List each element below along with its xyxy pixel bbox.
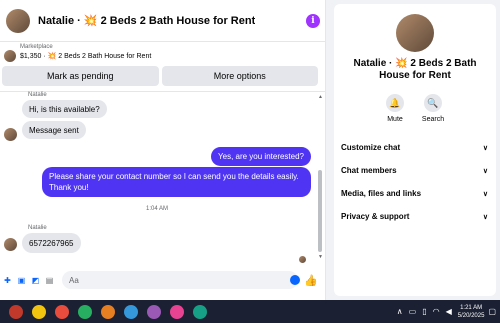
chrome-icon[interactable] — [101, 304, 115, 319]
listing-title[interactable]: $1,350 · 💥 2 Beds 2 Bath House for Rent — [20, 52, 151, 60]
marketplace-label: Marketplace — [20, 44, 53, 50]
chevron-down-icon: ∨ — [482, 213, 488, 221]
chrome-icon[interactable] — [124, 304, 138, 319]
incoming-message[interactable]: 6572267965 — [22, 233, 81, 253]
chat-header: Natalie · 💥 2 Beds 2 Bath House for Rent… — [0, 0, 326, 42]
chat-title[interactable]: Natalie · 💥 2 Beds 2 Bath House for Rent — [38, 14, 255, 27]
gif-icon[interactable]: ▤ — [44, 275, 55, 286]
thumbs-up-icon[interactable]: 👍 — [304, 274, 318, 287]
chrome-icon[interactable] — [147, 304, 161, 319]
menu-label: Privacy & support — [341, 212, 410, 221]
scrollbar-thumb[interactable] — [318, 170, 322, 252]
menu-customize-chat[interactable]: Customize chat ∨ — [334, 136, 496, 159]
sender-avatar[interactable] — [4, 238, 17, 251]
incoming-message[interactable]: Hi, is this available? — [22, 100, 107, 118]
more-options-button[interactable]: More options — [161, 66, 318, 86]
windows-taskbar: ∧ ▭ ▯ ◠ ◀ 1:21 AM 5/20/2025 ▢ — [0, 300, 500, 323]
chat-window: Natalie · 💥 2 Beds 2 Bath House for Rent… — [0, 0, 326, 300]
scroll-down-arrow[interactable]: ▼ — [318, 254, 323, 260]
image-icon[interactable]: ▣ — [16, 275, 27, 286]
volume-icon[interactable]: ◀ — [446, 307, 452, 316]
menu-media-files-links[interactable]: Media, files and links ∨ — [334, 182, 496, 205]
contact-avatar[interactable] — [6, 8, 30, 33]
chrome-icon[interactable] — [55, 304, 69, 319]
menu-label: Chat members — [341, 166, 397, 175]
plus-icon[interactable]: ✚ — [2, 275, 13, 286]
panel-menu: Customize chat ∨ Chat members ∨ Media, f… — [334, 136, 496, 228]
chevron-down-icon: ∨ — [482, 190, 488, 198]
conversation-info-panel: Natalie · 💥 2 Beds 2 Bath House for Rent… — [334, 4, 496, 296]
search-label: Search — [421, 116, 445, 123]
clock-date: 5/20/2025 — [457, 312, 485, 319]
info-icon[interactable]: i — [306, 13, 320, 28]
message-input[interactable]: Aa — [62, 271, 298, 289]
sender-name: Natalie — [28, 225, 47, 231]
chrome-icon[interactable] — [32, 304, 46, 319]
chevron-up-icon[interactable]: ∧ — [397, 307, 403, 316]
battery-icon[interactable]: ▯ — [422, 307, 426, 316]
sender-name: Natalie — [28, 92, 47, 98]
search-button[interactable]: 🔍 Search — [418, 94, 448, 123]
panel-title: Natalie · 💥 2 Beds 2 Bath House for Rent — [353, 58, 477, 81]
seen-indicator-avatar — [299, 256, 306, 263]
search-icon[interactable]: 🔍 — [424, 94, 442, 112]
mark-as-pending-button[interactable]: Mark as pending — [2, 66, 159, 86]
message-composer: ✚ ▣ ◩ ▤ Aa 👍 — [0, 268, 326, 292]
mute-label: Mute — [387, 116, 403, 123]
mute-button[interactable]: 🔔 Mute — [380, 94, 410, 123]
message-timestamp: 1:04 AM — [146, 206, 169, 212]
marketplace-banner: Marketplace $1,350 · 💥 2 Beds 2 Bath Hou… — [0, 42, 326, 92]
app-icon[interactable] — [9, 304, 23, 319]
sticker-icon[interactable]: ◩ — [30, 275, 41, 286]
outgoing-message[interactable]: Yes, are you interested? — [211, 147, 311, 166]
panel-avatar[interactable] — [396, 14, 434, 52]
taskbar-clock[interactable]: 1:21 AM 5/20/2025 — [458, 304, 485, 320]
system-tray: ∧ ▭ ▯ ◠ ◀ 1:21 AM 5/20/2025 ▢ — [397, 300, 500, 323]
outgoing-message[interactable]: Please share your contact number so I ca… — [42, 167, 311, 197]
sender-avatar[interactable] — [4, 128, 17, 141]
menu-label: Media, files and links — [341, 189, 422, 198]
scroll-up-arrow[interactable]: ▲ — [318, 94, 323, 100]
wifi-icon[interactable]: ◠ — [433, 307, 440, 316]
folder-icon[interactable]: ▭ — [409, 307, 417, 316]
listing-thumbnail[interactable] — [4, 50, 16, 62]
chrome-icon[interactable] — [78, 304, 92, 319]
chrome-icon[interactable] — [170, 304, 184, 319]
bell-icon[interactable]: 🔔 — [386, 94, 404, 112]
incoming-message[interactable]: Message sent — [22, 121, 86, 139]
menu-label: Customize chat — [341, 143, 401, 152]
menu-privacy-support[interactable]: Privacy & support ∨ — [334, 205, 496, 228]
notification-icon[interactable]: ▢ — [488, 307, 496, 316]
emoji-icon[interactable] — [290, 275, 300, 285]
clock-time: 1:21 AM — [460, 304, 483, 311]
chevron-down-icon: ∨ — [482, 144, 488, 152]
menu-chat-members[interactable]: Chat members ∨ — [334, 159, 496, 182]
chevron-down-icon: ∨ — [482, 167, 488, 175]
chrome-icon[interactable] — [193, 304, 207, 319]
message-list: Natalie Hi, is this available? Message s… — [0, 92, 326, 268]
